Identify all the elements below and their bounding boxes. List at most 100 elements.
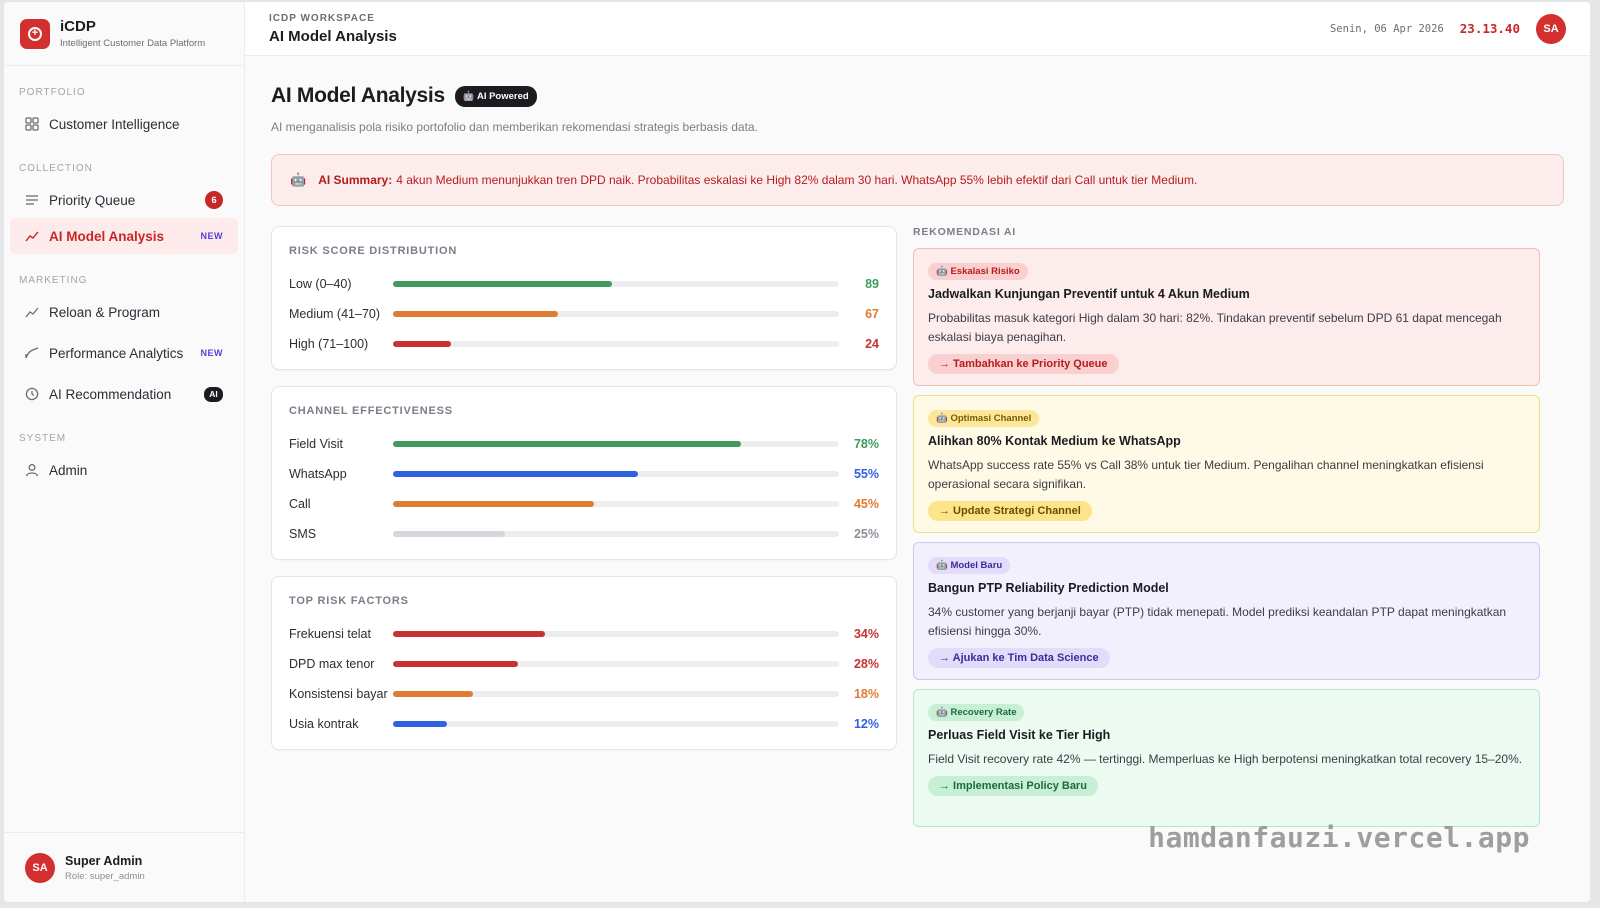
recommendation-action-button[interactable]: → Tambahkan ke Priority Queue <box>928 354 1119 374</box>
clock-display: 23.13.40 <box>1459 21 1520 36</box>
list-icon <box>24 192 40 208</box>
workspace-label: ICDP WORKSPACE <box>269 12 375 24</box>
progress-track <box>393 501 839 507</box>
sidebar-item-ai-recommendation[interactable]: AI Recommendation AI <box>10 376 238 412</box>
recommendation-title: Bangun PTP Reliability Prediction Model <box>928 581 1169 595</box>
progress-track <box>393 531 839 537</box>
progress-fill <box>393 501 594 507</box>
sidebar-item-admin[interactable]: Admin <box>10 452 238 488</box>
nav-section-collection: COLLECTION <box>19 163 93 174</box>
progress-fill <box>393 691 474 697</box>
metric-row: DPD max tenor 28% <box>289 649 879 679</box>
ai-badge: AI <box>204 386 223 402</box>
sidebar-item-customer-intelligence[interactable]: Customer Intelligence <box>10 106 238 142</box>
sidebar-item-label: Priority Queue <box>49 192 136 208</box>
ai-summary-banner: 🤖 AI Summary: 4 akun Medium menunjukkan … <box>271 154 1564 206</box>
recommendations-title: REKOMENDASI AI <box>913 226 1016 238</box>
card-title: TOP RISK FACTORS <box>289 595 409 607</box>
metric-label: Low (0–40) <box>289 277 352 291</box>
progress-track <box>393 631 839 637</box>
count-badge: 6 <box>205 191 223 209</box>
metric-row: High (71–100) 24 <box>289 329 879 359</box>
nav-section-system: SYSTEM <box>19 433 67 444</box>
metric-row: Low (0–40) 89 <box>289 269 879 299</box>
avatar: SA <box>25 852 55 883</box>
recommendation-title: Jadwalkan Kunjungan Preventif untuk 4 Ak… <box>928 287 1250 301</box>
metric-row: WhatsApp 55% <box>289 459 879 489</box>
topbar-avatar[interactable]: SA <box>1536 13 1566 44</box>
metric-value: 45% <box>853 497 879 511</box>
summary-text: 4 akun Medium menunjukkan tren DPD naik.… <box>396 173 1198 187</box>
sidebar-item-label: Reloan & Program <box>49 304 161 320</box>
metric-label: High (71–100) <box>289 337 369 351</box>
progress-track <box>393 341 839 347</box>
curve-icon <box>24 345 40 361</box>
progress-track <box>393 661 839 667</box>
sidebar-item-priority-queue[interactable]: Priority Queue 6 <box>10 182 238 218</box>
progress-fill <box>393 721 447 727</box>
metric-label: Usia kontrak <box>289 717 359 731</box>
metric-value: 34% <box>853 627 879 641</box>
page-title: AI Model Analysis <box>271 84 445 107</box>
summary-label: AI Summary: <box>318 173 393 187</box>
user-name: Super Admin <box>65 853 143 868</box>
progress-track <box>393 441 839 447</box>
metric-label: SMS <box>289 527 317 541</box>
metric-value: 18% <box>853 687 879 701</box>
progress-track <box>393 471 839 477</box>
progress-track <box>393 691 839 697</box>
watermark: hamdanfauzi.vercel.app <box>1148 821 1530 854</box>
metric-label: Konsistensi bayar <box>289 687 388 701</box>
recommendation-tag: 🤖 Model Baru <box>928 557 1011 574</box>
metric-label: Field Visit <box>289 437 343 451</box>
metric-value: 25% <box>853 527 879 541</box>
recommendation-description: Field Visit recovery rate 42% — tertingg… <box>928 752 1523 766</box>
brand[interactable]: + iCDP Intelligent Customer Data Platfor… <box>4 2 244 66</box>
new-badge: NEW <box>200 231 223 241</box>
ai-powered-badge: 🤖 AI Powered <box>454 85 537 107</box>
recommendation-description: Probabilitas masuk kategori High dalam 3… <box>928 311 1502 344</box>
clock-icon <box>24 386 40 402</box>
metric-label: Medium (41–70) <box>289 307 381 321</box>
grid-icon <box>24 116 40 132</box>
metric-label: Frekuensi telat <box>289 627 371 641</box>
recommendation-action-button[interactable]: → Update Strategi Channel <box>928 501 1092 521</box>
recommendation-card: 🤖 Model Baru Bangun PTP Reliability Predi… <box>913 542 1540 680</box>
progress-fill <box>393 471 639 477</box>
metrics-column: RISK SCORE DISTRIBUTION Low (0–40) 89 Mediu… <box>271 226 897 836</box>
progress-fill <box>393 531 505 537</box>
sidebar-item-reloan-program[interactable]: Reloan & Program <box>10 294 238 330</box>
sidebar: + iCDP Intelligent Customer Data Platfor… <box>4 2 245 902</box>
progress-fill <box>393 341 451 347</box>
progress-track <box>393 281 839 287</box>
recommendation-card: 🤖 Eskalasi Risiko Jadwalkan Kunjungan Pre… <box>913 248 1540 386</box>
sidebar-item-performance-analytics[interactable]: Performance Analytics NEW <box>10 330 238 376</box>
metric-value: 78% <box>853 437 879 451</box>
recommendation-card: 🤖 Optimasi Channel Alihkan 80% Kontak Med… <box>913 395 1540 533</box>
recommendation-description: 34% customer yang berjanji bayar (PTP) t… <box>928 605 1507 638</box>
recommendation-title: Alihkan 80% Kontak Medium ke WhatsApp <box>928 434 1181 448</box>
sidebar-item-label: AI Model Analysis <box>49 228 165 244</box>
new-badge: NEW <box>200 348 223 358</box>
metric-value: 55% <box>853 467 879 481</box>
progress-fill <box>393 281 612 287</box>
app-window: + iCDP Intelligent Customer Data Platfor… <box>4 2 1590 902</box>
recommendation-action-button[interactable]: → Ajukan ke Tim Data Science <box>928 648 1110 668</box>
metric-value: 24 <box>865 337 879 351</box>
trend-icon <box>24 228 40 244</box>
metric-row: Call 45% <box>289 489 879 519</box>
trend-icon <box>24 304 40 320</box>
recommendation-action-button[interactable]: → Implementasi Policy Baru <box>928 776 1098 796</box>
date-display: Senin, 06 Apr 2026 <box>1329 22 1444 35</box>
brand-name: iCDP <box>60 18 96 35</box>
metric-value: 12% <box>853 717 879 731</box>
sidebar-item-ai-model-analysis[interactable]: AI Model Analysis NEW <box>10 218 238 254</box>
metric-row: Frekuensi telat 34% <box>289 619 879 649</box>
user-role: Role: super_admin <box>65 870 145 882</box>
recommendation-tag: 🤖 Eskalasi Risiko <box>928 263 1028 280</box>
progress-track <box>393 721 839 727</box>
metric-label: Call <box>289 497 311 511</box>
user-icon <box>24 462 40 478</box>
recommendation-description: WhatsApp success rate 55% vs Call 38% un… <box>928 458 1484 491</box>
user-profile[interactable]: SA Super Admin Role: super_admin <box>4 832 244 902</box>
